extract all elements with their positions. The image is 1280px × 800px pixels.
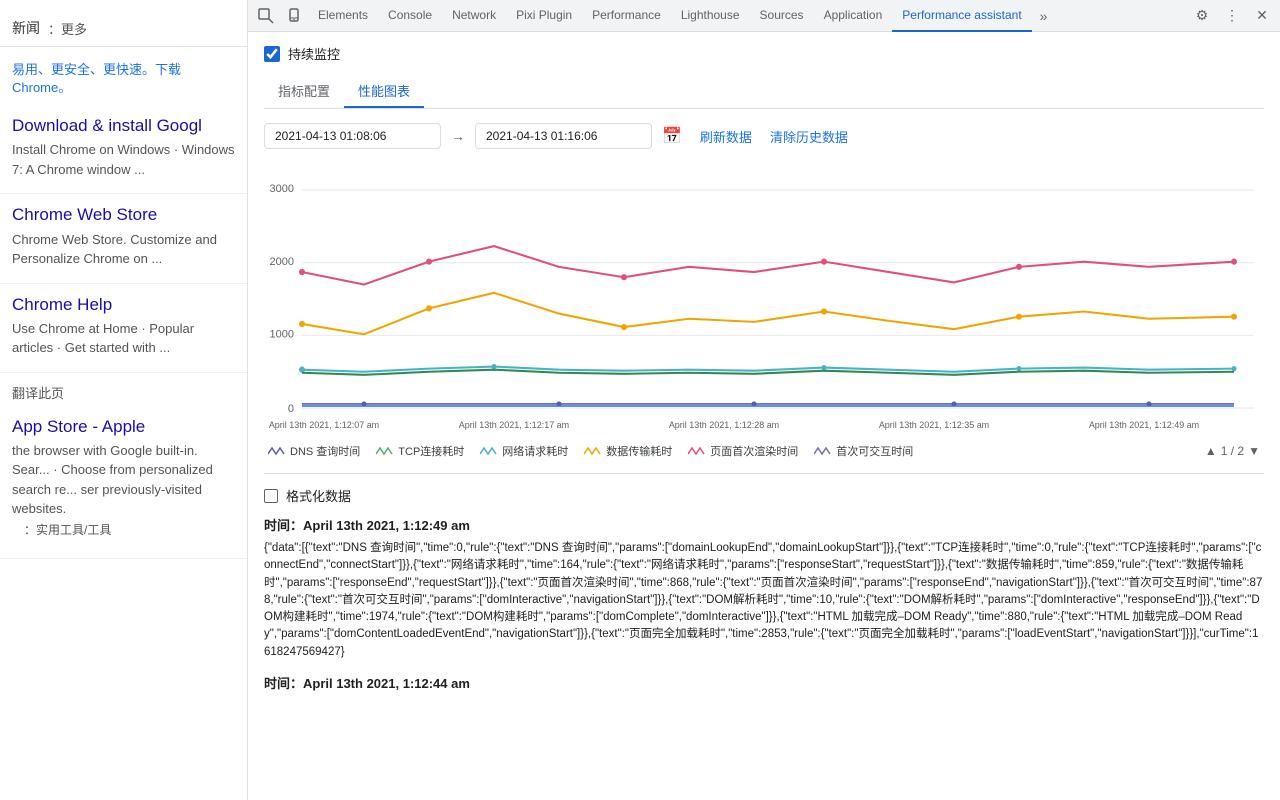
legend-first-render: 页面首次渲染时间 xyxy=(688,443,798,459)
news-header: 新闻 ：更多 xyxy=(0,10,247,47)
legend-interactive: 首次可交互时间 xyxy=(814,443,913,459)
tab-lighthouse[interactable]: Lighthouse xyxy=(671,0,750,32)
tab-console[interactable]: Console xyxy=(378,0,442,32)
tab-performance[interactable]: Performance xyxy=(582,0,671,32)
date-to-input[interactable] xyxy=(475,123,652,149)
category-label: ：实用工具/工具 xyxy=(12,519,235,544)
svg-text:April 13th 2021, 1:12:35 am: April 13th 2021, 1:12:35 am xyxy=(879,420,990,430)
svg-text:April 13th 2021, 1:12:28 am: April 13th 2021, 1:12:28 am xyxy=(669,420,780,430)
tab-performance-assistant[interactable]: Performance assistant xyxy=(892,0,1031,32)
perf-content: 持续监控 指标配置 性能图表 → 📅 刷新数据 清除历史数据 3000 2000… xyxy=(248,32,1280,800)
formatted-section: 格式化数据 时间：April 13th 2021, 1:12:49 am {"d… xyxy=(264,473,1264,692)
tab-elements[interactable]: Elements xyxy=(308,0,378,32)
devtools-panel: Elements Console Network Pixi Plugin Per… xyxy=(248,0,1280,800)
search-result-title-appstore[interactable]: App Store - Apple xyxy=(12,416,235,438)
tab-pixi-plugin[interactable]: Pixi Plugin xyxy=(506,0,582,32)
chart-container: 3000 2000 1000 0 April 13th 2021, 1:12:0… xyxy=(264,163,1264,433)
svg-text:April 13th 2021, 1:12:17 am: April 13th 2021, 1:12:17 am xyxy=(459,420,570,430)
search-result-desc-download: Install Chrome on Windows · Windows 7: A… xyxy=(12,140,235,179)
tagline: 易用、更安全、更快速。下载Chrome。 xyxy=(0,57,247,105)
svg-text:0: 0 xyxy=(288,403,294,415)
legend-data-transfer: 数据传输耗时 xyxy=(584,443,672,459)
svg-text:April 13th 2021, 1:12:49 am: April 13th 2021, 1:12:49 am xyxy=(1089,420,1200,430)
formatted-checkbox[interactable] xyxy=(264,489,278,503)
tab-application[interactable]: Application xyxy=(814,0,893,32)
monitoring-label: 持续监控 xyxy=(288,44,340,63)
search-result-desc-webstore: Chrome Web Store. Customize and Personal… xyxy=(12,230,235,269)
performance-chart: 3000 2000 1000 0 April 13th 2021, 1:12:0… xyxy=(264,163,1264,433)
tab-sources[interactable]: Sources xyxy=(750,0,814,32)
svg-text:April 13th 2021, 1:12:07 am: April 13th 2021, 1:12:07 am xyxy=(269,420,380,430)
devtools-topbar-right: ⚙ ⋮ ✕ xyxy=(1188,2,1276,30)
formatted-header: 格式化数据 xyxy=(264,486,1264,505)
search-result-title-webstore[interactable]: Chrome Web Store xyxy=(12,204,235,226)
data-timestamp-0: 时间：April 13th 2021, 1:12:49 am xyxy=(264,515,1264,534)
data-timestamp-1: 时间：April 13th 2021, 1:12:44 am xyxy=(264,673,1264,692)
search-result-download: Download & install Googl Install Chrome … xyxy=(0,105,247,194)
news-more: ：更多 xyxy=(48,19,87,38)
search-result-title-download[interactable]: Download & install Googl xyxy=(12,115,235,137)
legend-network: 网络请求耗时 xyxy=(480,443,568,459)
chart-legend: DNS 查询时间 TCP连接耗时 网络请求耗时 数据传输耗时 页面首次渲染时间 … xyxy=(264,443,1264,459)
tab-network[interactable]: Network xyxy=(442,0,506,32)
tab-more-btn[interactable]: » xyxy=(1032,0,1056,32)
search-result-desc-help: Use Chrome at Home · Popular articles · … xyxy=(12,319,235,358)
page-indicator: 1 / 2 xyxy=(1221,444,1244,458)
devtools-topbar: Elements Console Network Pixi Plugin Per… xyxy=(248,0,1280,32)
monitoring-checkbox[interactable] xyxy=(264,46,280,62)
settings-icon-btn[interactable]: ⚙ xyxy=(1188,2,1216,30)
refresh-btn[interactable]: 刷新数据 xyxy=(700,127,752,146)
device-icon-btn[interactable] xyxy=(280,2,308,30)
search-result-title-help[interactable]: Chrome Help xyxy=(12,294,235,316)
date-from-input[interactable] xyxy=(264,123,441,149)
data-json-0: {"data":[{"text":"DNS 查询时间","time":0,"ru… xyxy=(264,540,1264,661)
legend-tcp: TCP连接耗时 xyxy=(376,443,464,459)
data-entry-1: 时间：April 13th 2021, 1:12:44 am xyxy=(264,673,1264,692)
inspect-icon-btn[interactable] xyxy=(252,2,280,30)
date-range-row: → 📅 刷新数据 清除历史数据 xyxy=(264,123,1264,149)
tab-config[interactable]: 指标配置 xyxy=(264,75,344,108)
search-result-desc-appstore: the browser with Google built-in. Sear..… xyxy=(12,441,235,519)
tab-chart[interactable]: 性能图表 xyxy=(344,75,424,108)
monitoring-row: 持续监控 xyxy=(264,44,1264,63)
svg-text:1000: 1000 xyxy=(270,328,294,340)
close-btn[interactable]: ✕ xyxy=(1248,2,1276,30)
legend-dns: DNS 查询时间 xyxy=(268,443,360,459)
legend-pagination: ▲ 1 / 2 ▼ xyxy=(1205,444,1260,458)
data-entry-0: 时间：April 13th 2021, 1:12:49 am {"data":[… xyxy=(264,515,1264,661)
clear-btn[interactable]: 清除历史数据 xyxy=(770,127,848,146)
next-page-icon[interactable]: ▼ xyxy=(1248,444,1260,458)
translate-label: 翻译此页 xyxy=(0,373,247,406)
news-title: 新闻 xyxy=(12,18,40,38)
perf-tabs: 指标配置 性能图表 xyxy=(264,75,1264,109)
search-result-help: Chrome Help Use Chrome at Home · Popular… xyxy=(0,284,247,373)
search-result-webstore: Chrome Web Store Chrome Web Store. Custo… xyxy=(0,194,247,283)
date-arrow: → xyxy=(451,128,465,144)
formatted-label: 格式化数据 xyxy=(286,486,351,505)
calendar-icon[interactable]: 📅 xyxy=(662,126,682,146)
svg-text:3000: 3000 xyxy=(270,183,294,195)
left-panel: 新闻 ：更多 易用、更安全、更快速。下载Chrome。 Download & i… xyxy=(0,0,248,800)
search-result-appstore: App Store - Apple the browser with Googl… xyxy=(0,406,247,559)
prev-page-icon[interactable]: ▲ xyxy=(1205,444,1217,458)
more-options-btn[interactable]: ⋮ xyxy=(1218,2,1246,30)
svg-text:2000: 2000 xyxy=(270,256,294,268)
